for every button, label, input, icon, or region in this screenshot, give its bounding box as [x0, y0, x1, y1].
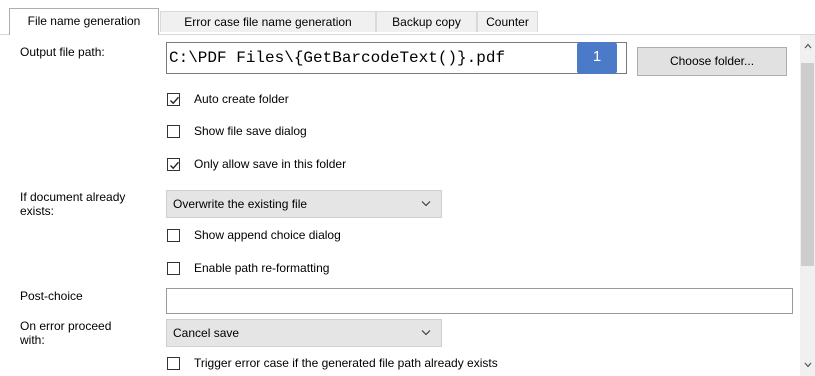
enable-path-reformatting-checkbox[interactable] — [167, 262, 180, 275]
choose-folder-button[interactable]: Choose folder... — [637, 47, 787, 76]
checkmark-icon — [170, 96, 180, 105]
post-choice-input[interactable] — [166, 288, 793, 314]
show-file-save-dialog-checkbox[interactable] — [167, 125, 180, 138]
on-error-selected: Cancel save — [173, 326, 240, 340]
tab-counter[interactable]: Counter — [477, 11, 538, 32]
show-file-save-dialog-label: Show file save dialog — [194, 124, 307, 138]
checkmark-icon — [170, 161, 180, 170]
document-exists-select[interactable]: Overwrite the existing file — [166, 190, 442, 218]
scroll-up-arrow-icon[interactable] — [804, 43, 812, 49]
tab-strip: File name generation Error case file nam… — [0, 0, 815, 35]
document-exists-label-line1: If document already — [20, 190, 126, 204]
auto-create-folder-label: Auto create folder — [194, 92, 289, 106]
scroll-down-arrow-icon[interactable] — [804, 362, 812, 368]
auto-create-folder-checkbox[interactable] — [167, 93, 180, 106]
trigger-error-case-label: Trigger error case if the generated file… — [194, 356, 498, 370]
show-append-choice-label: Show append choice dialog — [194, 228, 341, 242]
trigger-error-case-checkbox[interactable] — [167, 357, 180, 370]
show-append-choice-checkbox[interactable] — [167, 229, 180, 242]
document-exists-selected: Overwrite the existing file — [173, 197, 308, 211]
on-error-label-line1: On error proceed — [20, 319, 112, 333]
only-allow-save-checkbox[interactable] — [167, 158, 180, 171]
post-choice-label: Post-choice — [20, 289, 83, 303]
chevron-down-icon — [421, 330, 431, 336]
on-error-label: On error proceed with: — [20, 319, 111, 347]
tab-backup-copy[interactable]: Backup copy — [376, 11, 477, 32]
chevron-down-icon — [421, 201, 431, 207]
output-file-path-input[interactable]: C:\PDF Files\{GetBarcodeText()}.pdf — [166, 42, 627, 74]
scrollbar-thumb[interactable] — [801, 63, 814, 266]
on-error-label-line2: with: — [20, 333, 45, 347]
on-error-select[interactable]: Cancel save — [166, 319, 442, 347]
tab-file-name-generation[interactable]: File name generation — [9, 8, 159, 35]
document-exists-label: If document already exists: — [20, 190, 125, 218]
only-allow-save-label: Only allow save in this folder — [194, 157, 347, 171]
output-file-path-label: Output file path: — [20, 45, 105, 59]
document-exists-label-line2: exists: — [20, 204, 55, 218]
annotation-badge: 1 — [577, 42, 617, 74]
enable-path-reformatting-label: Enable path re-formatting — [194, 261, 330, 275]
tab-error-case-file-name-generation[interactable]: Error case file name generation — [160, 11, 376, 32]
